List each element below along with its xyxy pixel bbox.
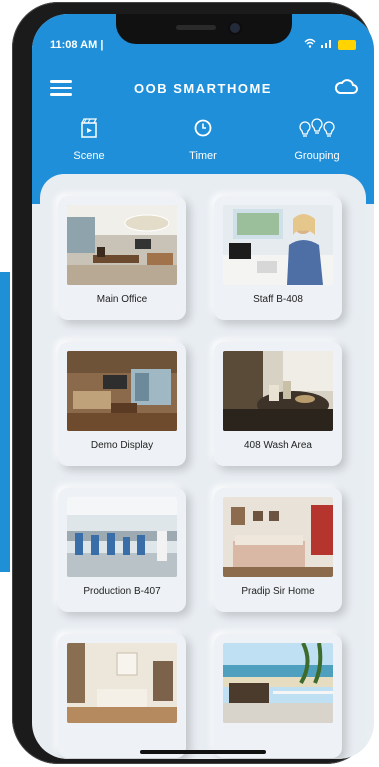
room-card-balcony[interactable] bbox=[214, 634, 342, 758]
room-card-main-office[interactable]: Main Office bbox=[58, 196, 186, 320]
room-name: Staff B-408 bbox=[253, 294, 303, 305]
app-screen: 11:08 AM | OOB SMARTHOME Scene Timer Gro… bbox=[32, 14, 374, 759]
room-card-production-b407[interactable]: Production B-407 bbox=[58, 488, 186, 612]
room-grid: Main Office Staff B-408 Demo Display 408… bbox=[40, 174, 366, 759]
room-name: Demo Display bbox=[90, 440, 154, 451]
tab-grouping-label: Grouping bbox=[294, 150, 340, 162]
phone-frame: 11:08 AM | OOB SMARTHOME Scene Timer Gro… bbox=[12, 2, 374, 764]
tab-grouping[interactable]: Grouping bbox=[260, 114, 374, 162]
room-name: Production B-407 bbox=[83, 586, 161, 597]
wifi-icon bbox=[304, 38, 316, 51]
tab-timer[interactable]: Timer bbox=[146, 114, 260, 162]
room-card-bedroom[interactable] bbox=[58, 634, 186, 758]
clock-icon bbox=[146, 114, 260, 142]
room-image-pradip-sir-home bbox=[223, 497, 333, 577]
room-image-demo-display bbox=[67, 351, 177, 431]
room-image-bedroom bbox=[67, 643, 177, 723]
speaker-grille bbox=[176, 25, 216, 30]
room-image-balcony bbox=[223, 643, 333, 723]
bulbs-icon bbox=[260, 114, 374, 142]
home-indicator[interactable] bbox=[140, 750, 266, 754]
status-icons bbox=[304, 38, 356, 51]
tab-scene[interactable]: Scene bbox=[32, 114, 146, 162]
front-camera bbox=[230, 23, 240, 33]
room-card-demo-display[interactable]: Demo Display bbox=[58, 342, 186, 466]
tab-bar: Scene Timer Grouping bbox=[32, 114, 374, 162]
room-image-main-office bbox=[67, 205, 177, 285]
room-image-production-b407 bbox=[67, 497, 177, 577]
room-image-staff-b408 bbox=[223, 205, 333, 285]
room-image-408-wash-area bbox=[223, 351, 333, 431]
signal-icon bbox=[320, 38, 334, 51]
tab-scene-label: Scene bbox=[73, 150, 105, 162]
room-card-staff-b408[interactable]: Staff B-408 bbox=[214, 196, 342, 320]
cloud-icon[interactable] bbox=[334, 77, 358, 100]
room-card-pradip-sir-home[interactable]: Pradip Sir Home bbox=[214, 488, 342, 612]
room-name: Pradip Sir Home bbox=[241, 586, 315, 597]
room-name: 408 Wash Area bbox=[243, 440, 312, 451]
camera-notch bbox=[116, 14, 292, 44]
battery-icon bbox=[338, 39, 356, 50]
room-card-408-wash-area[interactable]: 408 Wash Area bbox=[214, 342, 342, 466]
scene-icon bbox=[32, 114, 146, 142]
status-time: 11:08 AM | bbox=[50, 39, 104, 51]
app-title: OOB SMARTHOME bbox=[134, 81, 272, 96]
tab-timer-label: Timer bbox=[189, 150, 217, 162]
room-name: Main Office bbox=[96, 294, 148, 305]
side-accent-band bbox=[0, 272, 10, 572]
